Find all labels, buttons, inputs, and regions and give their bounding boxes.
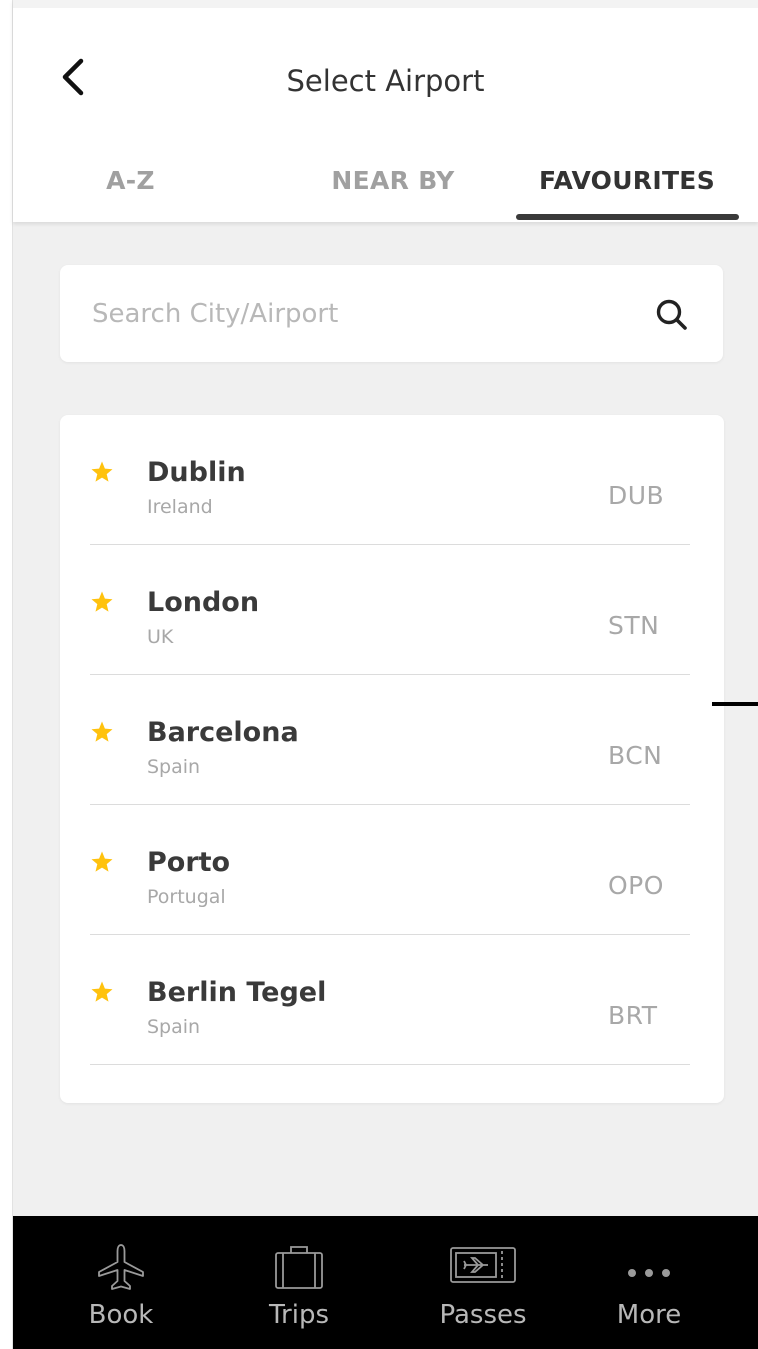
airport-code: BCN (608, 741, 663, 770)
search-icon[interactable] (654, 297, 690, 333)
search-input[interactable] (92, 289, 632, 339)
list-item-berlin-tegel[interactable]: Berlin Tegel Spain BRT (90, 935, 690, 1065)
nav-item-more[interactable]: More (574, 1216, 724, 1349)
star-icon (91, 851, 113, 872)
city-name: Dublin (147, 457, 246, 488)
nav-label: Trips (268, 1300, 330, 1330)
city-name: Berlin Tegel (147, 977, 327, 1008)
nav-label: More (616, 1300, 682, 1330)
bottom-nav: Book Trips Passes More (13, 1216, 758, 1349)
side-scroll-handle[interactable] (712, 702, 758, 706)
nav-label: Passes (439, 1300, 527, 1330)
nav-item-book[interactable]: Book (46, 1216, 196, 1349)
suitcase-icon (275, 1246, 323, 1289)
active-tab-indicator (516, 214, 739, 220)
tab-a-z[interactable]: A-Z (53, 160, 208, 200)
nav-item-trips[interactable]: Trips (224, 1216, 374, 1349)
list-item-dublin[interactable]: Dublin Ireland DUB (90, 415, 690, 545)
city-name: Barcelona (147, 717, 299, 748)
nav-label: Book (88, 1300, 154, 1330)
page-title: Select Airport (286, 64, 485, 98)
airport-code: OPO (608, 871, 664, 900)
country-name: Spain (147, 756, 201, 778)
star-icon (91, 591, 113, 612)
country-name: Portugal (147, 886, 226, 908)
country-name: UK (147, 626, 174, 648)
boarding-pass-icon (450, 1247, 516, 1283)
airport-code: DUB (608, 481, 665, 510)
star-icon (91, 981, 113, 1002)
star-icon (91, 461, 113, 482)
airport-code: BRT (608, 1001, 658, 1030)
tab-favourites[interactable]: FAVOURITES (516, 160, 738, 200)
left-edge-strip (0, 0, 13, 1349)
country-name: Ireland (147, 496, 213, 518)
country-name: Spain (147, 1016, 201, 1038)
list-item-london[interactable]: London UK STN (90, 545, 690, 675)
list-item-porto[interactable]: Porto Portugal OPO (90, 805, 690, 935)
nav-item-passes[interactable]: Passes (408, 1216, 558, 1349)
tab-near-by[interactable]: NEAR BY (303, 160, 483, 200)
search-box (60, 265, 723, 362)
favourites-list: Dublin Ireland DUB London UK STN Barcelo… (60, 415, 724, 1103)
more-dots-icon (628, 1269, 670, 1277)
airport-code: STN (608, 611, 660, 640)
city-name: London (147, 587, 260, 618)
list-item-barcelona[interactable]: Barcelona Spain BCN (90, 675, 690, 805)
city-name: Porto (147, 847, 231, 878)
airplane-icon (98, 1244, 144, 1290)
header: Select Airport A-Z NEAR BY FAVOURITES (13, 0, 758, 222)
star-icon (91, 721, 113, 742)
